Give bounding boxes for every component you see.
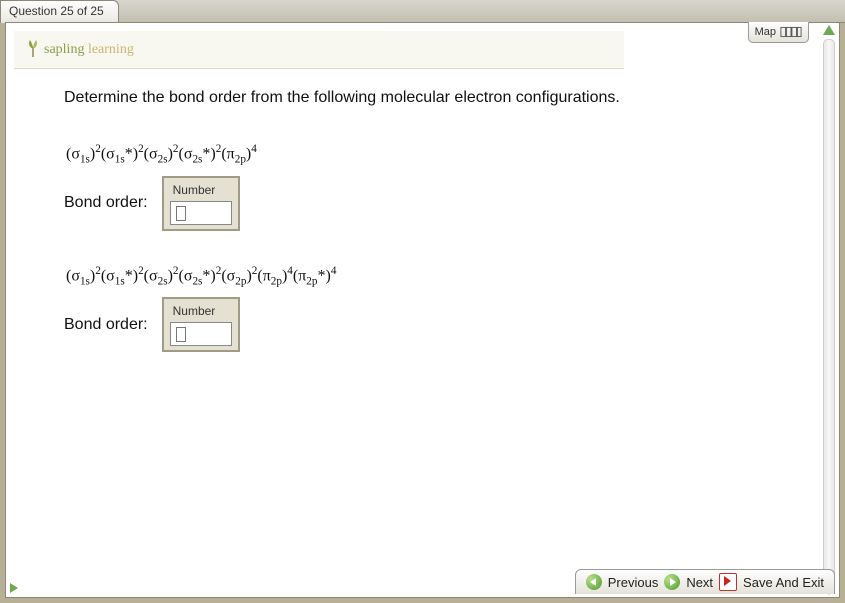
save-exit-icon[interactable] [719,573,737,591]
brand-band: sapling learning [14,31,624,69]
content-area: sapling learning Determine the bond orde… [14,31,815,567]
brand-word-2: learning [88,42,134,57]
brand-text: sapling learning [44,42,134,58]
number-box-1: Number [162,176,240,231]
question-body: Determine the bond order from the follow… [14,69,815,396]
brand-word-1: sapling [44,42,84,57]
electron-config-2: (σ1s)2(σ1s*)2(σ2s)2(σ2s*)2(σ2p)2(π2p)4(π… [66,265,805,288]
save-exit-button[interactable]: Save And Exit [743,575,824,590]
leaf-icon [24,37,42,62]
scrollbar[interactable] [821,25,837,595]
question-prompt: Determine the bond order from the follow… [64,89,805,107]
answer-row-1: Bond order: Number [64,176,805,231]
question-tab[interactable]: Question 25 of 25 [0,0,119,23]
number-title-2: Number [170,303,232,322]
previous-button[interactable]: Previous [608,575,659,590]
electron-config-1: (σ1s)2(σ1s*)2(σ2s)2(σ2s*)2(π2p)4 [66,143,805,166]
next-button[interactable]: Next [686,575,713,590]
bond-order-input-1[interactable] [170,201,232,225]
answer-row-2: Bond order: Number [64,297,805,352]
bond-order-label-2: Bond order: [64,316,148,334]
number-box-2: Number [162,297,240,352]
bond-order-label-1: Bond order: [64,194,148,212]
next-icon[interactable] [664,574,680,590]
app-window: Question 25 of 25 Map [0,0,845,603]
number-title-1: Number [170,182,232,201]
content-frame: Map [5,22,840,598]
scroll-track[interactable] [823,39,835,581]
scroll-up-icon[interactable] [823,25,835,35]
bond-order-input-2[interactable] [170,322,232,346]
play-icon[interactable] [10,583,18,593]
nav-bar: Previous Next Save And Exit [575,569,835,594]
previous-icon[interactable] [586,574,602,590]
tab-bar: Question 25 of 25 [0,0,845,23]
